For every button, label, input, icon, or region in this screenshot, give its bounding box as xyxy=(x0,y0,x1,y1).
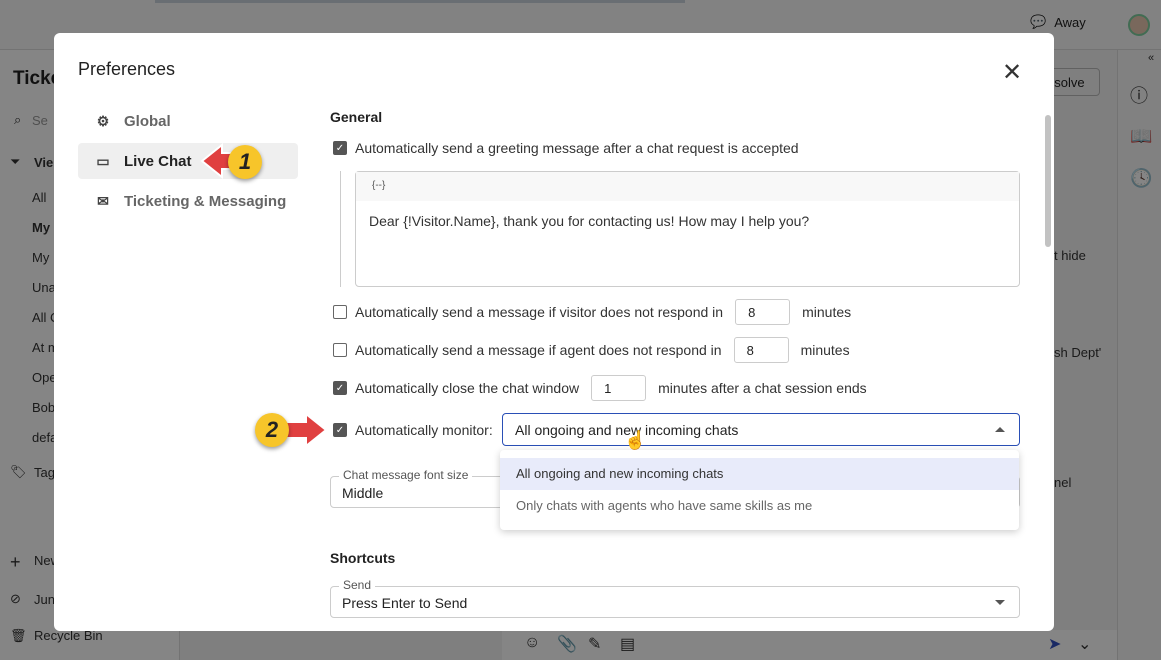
annotation-badge: 1 xyxy=(228,145,262,179)
monitor-option[interactable]: All ongoing and new incoming chats xyxy=(500,458,1019,490)
monitor-checkbox[interactable]: ✓ xyxy=(333,423,347,437)
annotation-badge: 2 xyxy=(255,413,289,447)
chat-icon: ▭ xyxy=(96,152,110,169)
greeting-checkbox[interactable]: ✓ xyxy=(333,141,347,155)
section-general: General xyxy=(330,109,383,125)
monitor-dropdown: All ongoing and new incoming chats Only … xyxy=(500,450,1019,530)
autoclose-row: ✓ Automatically close the chat window 1 … xyxy=(333,375,867,401)
caret-down-icon xyxy=(995,600,1005,605)
section-shortcuts: Shortcuts xyxy=(330,550,396,566)
visitor-noresponse-row: Automatically send a message if visitor … xyxy=(333,299,851,325)
monitor-row: ✓ Automatically monitor: xyxy=(333,422,493,438)
autoclose-checkbox[interactable]: ✓ xyxy=(333,381,347,395)
preferences-dialog: Preferences ✕ ⚙ Global ▭ Live Chat ✉ Ticket… xyxy=(54,33,1054,631)
insert-variable-button[interactable]: {--} xyxy=(356,172,1019,201)
preferences-nav: ⚙ Global ▭ Live Chat ✉ Ticketing & Messagin… xyxy=(78,103,298,223)
scrollbar[interactable] xyxy=(1044,103,1052,623)
nav-item-global[interactable]: ⚙ Global xyxy=(78,103,298,139)
sliders-icon: ⚙ xyxy=(96,112,110,129)
visitor-noresponse-minutes-input[interactable]: 8 xyxy=(735,299,791,325)
autoclose-minutes-input[interactable]: 1 xyxy=(591,375,647,401)
send-shortcut-select[interactable]: Send Press Enter to Send xyxy=(330,578,1020,618)
messaging-icon: ✉ xyxy=(97,192,109,209)
greeting-text[interactable]: Dear {!Visitor.Name}, thank you for cont… xyxy=(356,201,1019,229)
greeting-row: ✓ Automatically send a greeting message … xyxy=(333,140,799,156)
dialog-title: Preferences xyxy=(78,59,176,79)
caret-up-icon xyxy=(995,427,1005,432)
agent-noresponse-row: Automatically send a message if agent do… xyxy=(333,337,850,363)
agent-noresponse-checkbox[interactable] xyxy=(333,343,347,357)
nav-item-live-chat[interactable]: ▭ Live Chat xyxy=(78,143,298,179)
agent-noresponse-minutes-input[interactable]: 8 xyxy=(733,337,789,363)
nav-item-ticketing-messaging[interactable]: ✉ Ticketing & Messaging xyxy=(78,183,298,219)
monitor-option[interactable]: Only chats with agents who have same ski… xyxy=(500,490,1019,522)
close-icon[interactable]: ✕ xyxy=(1002,61,1022,85)
hand-cursor-icon: ☝ xyxy=(624,430,647,450)
visitor-noresponse-checkbox[interactable] xyxy=(333,305,347,319)
monitor-select[interactable]: All ongoing and new incoming chats xyxy=(502,413,1020,446)
greeting-editor[interactable]: {--} Dear {!Visitor.Name}, thank you for… xyxy=(355,171,1020,287)
